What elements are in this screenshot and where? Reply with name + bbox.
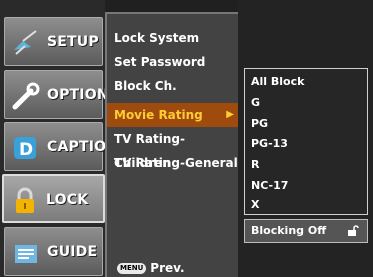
menu-item-block-ch[interactable]: Block Ch. xyxy=(107,74,238,98)
tab-caption[interactable]: D CAPTION xyxy=(4,122,118,171)
rating-option-x[interactable]: X xyxy=(251,198,259,211)
rating-option-nc-17[interactable]: NC-17 xyxy=(251,179,288,192)
menu-item-label: Lock System xyxy=(114,31,200,45)
menu-item-lock-system[interactable]: Lock System xyxy=(107,26,238,50)
menu-item-set-password[interactable]: Set Password xyxy=(107,50,238,74)
rating-option-g[interactable]: G xyxy=(251,96,260,109)
guide-icon xyxy=(15,245,37,263)
prev-label: Prev. xyxy=(150,261,185,275)
menu-item-tv-rating-children[interactable]: TV Rating-Children xyxy=(107,127,238,170)
tv-menu-screen: SETUP OPTION D CAPTION LOCK GUIDE Lock S… xyxy=(0,0,373,277)
blocking-status-bar: Blocking Off xyxy=(244,219,368,243)
menu-item-label: Set Password xyxy=(114,55,206,69)
prev-hint[interactable]: MENU Prev. xyxy=(117,261,185,275)
movie-rating-submenu: All Block G PG PG-13 R NC-17 X xyxy=(244,68,368,215)
menu-item-movie-rating[interactable]: Movie Rating ▶ xyxy=(107,103,238,127)
menu-item-label: TV Rating-General xyxy=(114,156,238,170)
satellite-dish-icon xyxy=(14,30,37,55)
blocking-status-label: Blocking Off xyxy=(251,224,327,237)
main-tab-column: SETUP OPTION D CAPTION LOCK GUIDE xyxy=(0,0,118,277)
tab-setup-label: SETUP xyxy=(47,34,99,50)
tools-icon xyxy=(12,82,40,110)
tab-guide[interactable]: GUIDE xyxy=(4,227,103,276)
tab-lock[interactable]: LOCK xyxy=(2,174,105,223)
tab-option[interactable]: OPTION xyxy=(4,70,109,119)
unlock-icon xyxy=(348,225,359,236)
lock-menu: Lock System Set Password Block Ch. Movie… xyxy=(105,12,238,277)
svg-text:D: D xyxy=(19,140,33,160)
tab-guide-label: GUIDE xyxy=(47,244,98,260)
caption-icon: D xyxy=(14,137,36,160)
menu-item-label: Movie Rating xyxy=(114,108,203,122)
tab-lock-label: LOCK xyxy=(46,192,89,208)
tab-option-label: OPTION xyxy=(47,87,109,103)
rating-option-pg-13[interactable]: PG-13 xyxy=(251,137,288,150)
menu-button-icon: MENU xyxy=(117,262,147,274)
menu-item-tv-rating-general[interactable]: TV Rating-General xyxy=(107,151,238,175)
menu-item-label: Block Ch. xyxy=(114,79,177,93)
tab-setup[interactable]: SETUP xyxy=(4,17,103,66)
rating-option-all-block[interactable]: All Block xyxy=(251,75,304,88)
submenu-arrow-icon: ▶ xyxy=(226,109,234,120)
rating-option-pg[interactable]: PG xyxy=(251,117,268,130)
rating-option-r[interactable]: R xyxy=(251,158,259,171)
padlock-icon xyxy=(16,187,34,213)
